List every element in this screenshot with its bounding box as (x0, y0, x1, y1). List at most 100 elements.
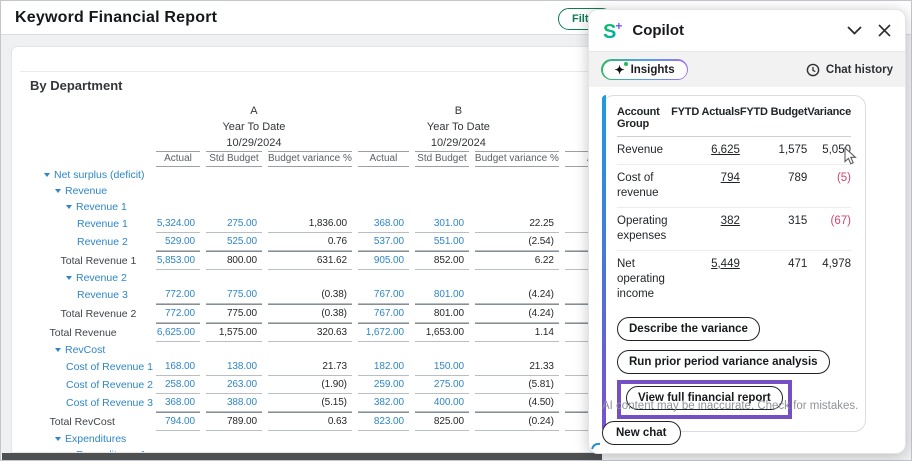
financial-report-table: ABYear To DateYear To Date10/29/202410/2… (24, 103, 640, 453)
cell-value: 1.14 (535, 327, 554, 338)
cell-value: 852.00 (434, 255, 464, 266)
row-label[interactable]: Net surplus (deficit) (24, 167, 153, 183)
budget-value: 315 (740, 207, 807, 250)
bottom-scrollbar[interactable] (2, 453, 602, 460)
collapse-caret-icon[interactable] (55, 348, 61, 352)
variance-value: 5,050 (807, 137, 851, 165)
row-label[interactable]: Cost of Revenue 2 (24, 376, 153, 394)
insights-button[interactable]: ✦Insights (601, 59, 688, 80)
cell-value[interactable]: 301.00 (434, 218, 464, 229)
cell-value: 21.73 (322, 361, 347, 372)
cell-value[interactable]: 138.00 (227, 361, 257, 372)
cell-value[interactable]: 767.00 (374, 289, 404, 300)
cell-value[interactable]: 801.00 (434, 289, 464, 300)
chat-history-label: Chat history (826, 64, 893, 76)
cell-value: (2.54) (528, 236, 554, 247)
row-label[interactable]: RevCost (24, 342, 153, 358)
copilot-table-row: Net operating income 5,449 471 4,978 (617, 250, 851, 307)
cell-value: 21.33 (529, 361, 554, 372)
cell-value[interactable]: 905.00 (374, 255, 404, 266)
collapse-caret-icon[interactable] (55, 189, 61, 193)
cell-value[interactable]: 382.00 (374, 397, 404, 408)
table-row: Revenue 15,324.00275.001,836.00368.00301… (24, 215, 640, 233)
collapse-caret-icon[interactable] (55, 437, 61, 441)
new-chat-button[interactable]: New chat (602, 421, 681, 445)
copilot-header: S+ Copilot (589, 10, 905, 52)
cell-value[interactable]: 772.00 (165, 308, 195, 319)
cell-value[interactable]: 182.00 (374, 361, 404, 372)
cell-value[interactable]: 168.00 (165, 361, 195, 372)
cell-value[interactable]: 368.00 (374, 218, 404, 229)
row-label[interactable]: Revenue 2 (24, 270, 153, 286)
cell-value[interactable]: 772.00 (165, 289, 195, 300)
copilot-title: Copilot (632, 22, 684, 39)
copilot-toolbar: ✦Insights Chat history (589, 52, 905, 87)
cell-value: (0.38) (321, 289, 347, 300)
row-label[interactable]: Revenue (24, 183, 153, 199)
cell-value[interactable]: 551.00 (434, 236, 464, 247)
table-row: RevCost (24, 342, 640, 358)
table-row: Revenue 1 (24, 199, 640, 215)
cell-value: 22.25 (529, 218, 554, 229)
actuals-link[interactable]: 382 (721, 215, 740, 227)
row-label[interactable]: Revenue 1 (24, 215, 153, 233)
cell-value[interactable]: 794.00 (165, 416, 195, 427)
column-header: Std Budget (203, 151, 265, 167)
row-label: Total Revenue 1 (24, 251, 153, 270)
suggestion-button[interactable]: Describe the variance (617, 317, 760, 341)
cell-value[interactable]: 5,324.00 (157, 218, 195, 229)
actuals-link[interactable]: 794 (721, 172, 740, 184)
sparkle-icon: ✦ (615, 64, 625, 76)
cell-value: (1.90) (321, 379, 347, 390)
copilot-table-row: Operating expenses 382 315 (67) (617, 207, 851, 250)
actuals-link[interactable]: 6,625 (711, 144, 740, 156)
cell-value[interactable]: 6,625.00 (157, 327, 195, 338)
row-label[interactable]: Cost of Revenue 3 (24, 394, 153, 412)
suggestion-button[interactable]: Run prior period variance analysis (617, 350, 830, 374)
cell-value[interactable]: 368.00 (165, 397, 195, 408)
cell-value[interactable]: 275.00 (227, 218, 257, 229)
variance-value: (5) (807, 164, 851, 207)
cell-value: 825.00 (434, 416, 464, 427)
column-group-sub: Year To Date (153, 119, 355, 135)
cell-value: (4.24) (528, 308, 554, 319)
cell-value[interactable]: 5,853.00 (157, 255, 195, 266)
cell-value[interactable]: 150.00 (434, 361, 464, 372)
table-row: Total Revenue 15,853.00800.00631.62905.0… (24, 251, 640, 270)
chat-history-button[interactable]: Chat history (806, 63, 893, 77)
cell-value[interactable]: 775.00 (227, 289, 257, 300)
cell-value[interactable]: 259.00 (374, 379, 404, 390)
account-group: Cost of revenue (617, 164, 671, 207)
cell-value[interactable]: 263.00 (227, 379, 257, 390)
close-icon[interactable] (878, 24, 891, 37)
column-group-label: A (153, 103, 355, 119)
collapse-caret-icon[interactable] (66, 205, 72, 209)
row-label[interactable]: Expenditures (24, 431, 153, 447)
row-label[interactable]: Revenue 1 (24, 199, 153, 215)
row-label[interactable]: Cost of Revenue 1 (24, 358, 153, 376)
cell-value[interactable]: 823.00 (374, 416, 404, 427)
section-title: By Department (30, 78, 122, 93)
collapse-caret-icon[interactable] (44, 173, 50, 177)
actuals-link[interactable]: 5,449 (711, 258, 740, 270)
cell-value[interactable]: 767.00 (374, 308, 404, 319)
cell-value[interactable]: 258.00 (165, 379, 195, 390)
copilot-summary-table: Account GroupFYTD ActualsFYTD BudgetVari… (617, 104, 851, 308)
cell-value: 1,653.00 (426, 327, 464, 338)
chevron-down-icon[interactable] (847, 26, 862, 35)
cell-value[interactable]: 275.00 (434, 379, 464, 390)
cell-value[interactable]: 1,672.00 (366, 327, 404, 338)
cell-value[interactable]: 537.00 (374, 236, 404, 247)
collapse-caret-icon[interactable] (66, 276, 72, 280)
cell-value[interactable]: 388.00 (227, 397, 257, 408)
cell-value: (5.81) (528, 379, 554, 390)
column-group-date: 10/29/2024 (355, 135, 562, 151)
budget-value: 789 (740, 164, 807, 207)
row-label[interactable]: Revenue 3 (24, 286, 153, 304)
row-label: Total Revenue (24, 323, 153, 342)
cell-value[interactable]: 525.00 (227, 236, 257, 247)
cell-value[interactable]: 529.00 (165, 236, 195, 247)
cell-value: 800.00 (227, 255, 257, 266)
cell-value[interactable]: 400.00 (434, 397, 464, 408)
row-label[interactable]: Revenue 2 (24, 233, 153, 251)
